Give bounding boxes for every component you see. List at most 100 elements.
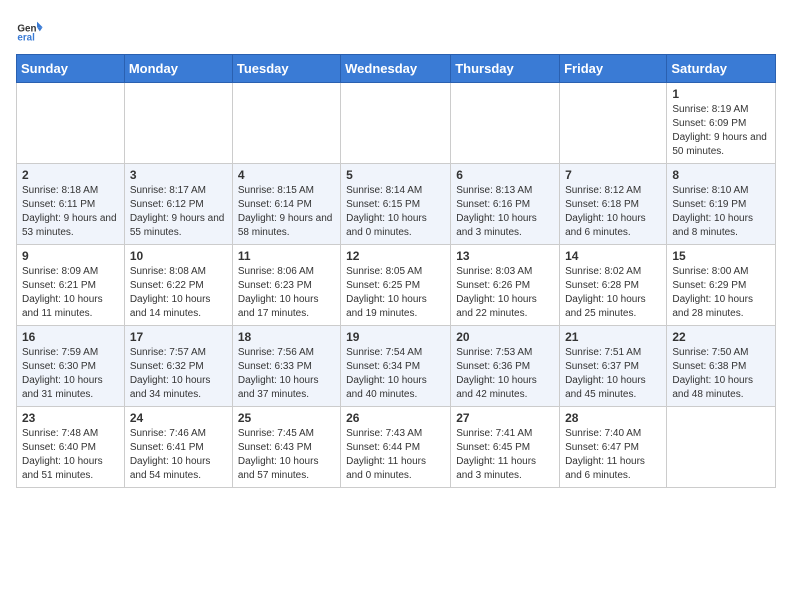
day-number: 22	[672, 330, 770, 344]
day-number: 10	[130, 249, 227, 263]
day-number: 25	[238, 411, 335, 425]
dow-header-tuesday: Tuesday	[232, 55, 340, 83]
day-info: Sunrise: 8:06 AM Sunset: 6:23 PM Dayligh…	[238, 265, 335, 321]
day-of-week-row: SundayMondayTuesdayWednesdayThursdayFrid…	[17, 55, 776, 83]
dow-header-thursday: Thursday	[451, 55, 560, 83]
svg-text:eral: eral	[17, 33, 35, 44]
day-info: Sunrise: 8:10 AM Sunset: 6:19 PM Dayligh…	[672, 184, 770, 240]
day-number: 9	[22, 249, 119, 263]
day-number: 24	[130, 411, 227, 425]
day-info: Sunrise: 7:43 AM Sunset: 6:44 PM Dayligh…	[346, 427, 445, 483]
calendar-cell: 6 Sunrise: 8:13 AM Sunset: 6:16 PM Daylig…	[451, 164, 560, 245]
week-row-3: 16 Sunrise: 7:59 AM Sunset: 6:30 PM Dayli…	[17, 326, 776, 407]
day-number: 15	[672, 249, 770, 263]
day-number: 6	[456, 168, 554, 182]
day-number: 23	[22, 411, 119, 425]
day-info: Sunrise: 7:57 AM Sunset: 6:32 PM Dayligh…	[130, 346, 227, 402]
day-info: Sunrise: 7:46 AM Sunset: 6:41 PM Dayligh…	[130, 427, 227, 483]
calendar-cell: 9 Sunrise: 8:09 AM Sunset: 6:21 PM Daylig…	[17, 245, 125, 326]
day-number: 19	[346, 330, 445, 344]
day-number: 2	[22, 168, 119, 182]
calendar-cell: 8 Sunrise: 8:10 AM Sunset: 6:19 PM Daylig…	[667, 164, 776, 245]
day-info: Sunrise: 8:14 AM Sunset: 6:15 PM Dayligh…	[346, 184, 445, 240]
calendar-cell: 16 Sunrise: 7:59 AM Sunset: 6:30 PM Dayli…	[17, 326, 125, 407]
day-info: Sunrise: 8:15 AM Sunset: 6:14 PM Dayligh…	[238, 184, 335, 240]
day-info: Sunrise: 7:41 AM Sunset: 6:45 PM Dayligh…	[456, 427, 554, 483]
day-number: 7	[565, 168, 661, 182]
day-info: Sunrise: 7:53 AM Sunset: 6:36 PM Dayligh…	[456, 346, 554, 402]
day-info: Sunrise: 7:54 AM Sunset: 6:34 PM Dayligh…	[346, 346, 445, 402]
dow-header-saturday: Saturday	[667, 55, 776, 83]
calendar-cell: 23Sunrise: 7:48 AM Sunset: 6:40 PM Dayli…	[17, 407, 125, 488]
day-info: Sunrise: 8:19 AM Sunset: 6:09 PM Dayligh…	[672, 103, 770, 159]
calendar-cell: 13 Sunrise: 8:03 AM Sunset: 6:26 PM Dayli…	[451, 245, 560, 326]
calendar-cell: 2 Sunrise: 8:18 AM Sunset: 6:11 PM Daylig…	[17, 164, 125, 245]
calendar-cell: 4Sunrise: 8:15 AM Sunset: 6:14 PM Daylig…	[232, 164, 340, 245]
day-info: Sunrise: 7:50 AM Sunset: 6:38 PM Dayligh…	[672, 346, 770, 402]
day-info: Sunrise: 8:02 AM Sunset: 6:28 PM Dayligh…	[565, 265, 661, 321]
calendar-cell	[451, 83, 560, 164]
day-number: 11	[238, 249, 335, 263]
day-info: Sunrise: 7:56 AM Sunset: 6:33 PM Dayligh…	[238, 346, 335, 402]
calendar-table: SundayMondayTuesdayWednesdayThursdayFrid…	[16, 54, 776, 488]
day-info: Sunrise: 7:40 AM Sunset: 6:47 PM Dayligh…	[565, 427, 661, 483]
day-info: Sunrise: 7:51 AM Sunset: 6:37 PM Dayligh…	[565, 346, 661, 402]
day-number: 28	[565, 411, 661, 425]
day-number: 16	[22, 330, 119, 344]
day-number: 20	[456, 330, 554, 344]
dow-header-sunday: Sunday	[17, 55, 125, 83]
calendar-cell: 7Sunrise: 8:12 AM Sunset: 6:18 PM Daylig…	[560, 164, 667, 245]
dow-header-wednesday: Wednesday	[341, 55, 451, 83]
day-info: Sunrise: 8:13 AM Sunset: 6:16 PM Dayligh…	[456, 184, 554, 240]
day-info: Sunrise: 8:00 AM Sunset: 6:29 PM Dayligh…	[672, 265, 770, 321]
page-header: Gen eral	[16, 16, 776, 44]
day-number: 27	[456, 411, 554, 425]
calendar-cell	[667, 407, 776, 488]
day-number: 26	[346, 411, 445, 425]
logo-icon: Gen eral	[16, 16, 44, 44]
day-number: 1	[672, 87, 770, 101]
calendar-cell: 21 Sunrise: 7:51 AM Sunset: 6:37 PM Dayli…	[560, 326, 667, 407]
day-info: Sunrise: 8:18 AM Sunset: 6:11 PM Dayligh…	[22, 184, 119, 240]
day-number: 13	[456, 249, 554, 263]
day-info: Sunrise: 8:17 AM Sunset: 6:12 PM Dayligh…	[130, 184, 227, 240]
calendar-cell: 26 Sunrise: 7:43 AM Sunset: 6:44 PM Dayli…	[341, 407, 451, 488]
calendar-cell: 22 Sunrise: 7:50 AM Sunset: 6:38 PM Dayli…	[667, 326, 776, 407]
day-number: 5	[346, 168, 445, 182]
calendar-cell: 3 Sunrise: 8:17 AM Sunset: 6:12 PM Daylig…	[124, 164, 232, 245]
calendar-body: 1 Sunrise: 8:19 AM Sunset: 6:09 PM Daylig…	[17, 83, 776, 488]
day-info: Sunrise: 8:08 AM Sunset: 6:22 PM Dayligh…	[130, 265, 227, 321]
week-row-0: 1 Sunrise: 8:19 AM Sunset: 6:09 PM Daylig…	[17, 83, 776, 164]
calendar-cell: 18 Sunrise: 7:56 AM Sunset: 6:33 PM Dayli…	[232, 326, 340, 407]
calendar-cell: 24 Sunrise: 7:46 AM Sunset: 6:41 PM Dayli…	[124, 407, 232, 488]
calendar-cell: 11 Sunrise: 8:06 AM Sunset: 6:23 PM Dayli…	[232, 245, 340, 326]
calendar-cell: 17Sunrise: 7:57 AM Sunset: 6:32 PM Dayli…	[124, 326, 232, 407]
calendar-cell: 10 Sunrise: 8:08 AM Sunset: 6:22 PM Dayli…	[124, 245, 232, 326]
week-row-4: 23Sunrise: 7:48 AM Sunset: 6:40 PM Dayli…	[17, 407, 776, 488]
day-number: 14	[565, 249, 661, 263]
calendar-cell	[17, 83, 125, 164]
day-number: 21	[565, 330, 661, 344]
calendar-cell	[560, 83, 667, 164]
calendar-cell: 15 Sunrise: 8:00 AM Sunset: 6:29 PM Dayli…	[667, 245, 776, 326]
dow-header-friday: Friday	[560, 55, 667, 83]
calendar-cell: 20 Sunrise: 7:53 AM Sunset: 6:36 PM Dayli…	[451, 326, 560, 407]
calendar-cell: 28 Sunrise: 7:40 AM Sunset: 6:47 PM Dayli…	[560, 407, 667, 488]
calendar-cell	[341, 83, 451, 164]
dow-header-monday: Monday	[124, 55, 232, 83]
day-info: Sunrise: 8:05 AM Sunset: 6:25 PM Dayligh…	[346, 265, 445, 321]
day-info: Sunrise: 7:59 AM Sunset: 6:30 PM Dayligh…	[22, 346, 119, 402]
calendar-cell: 5 Sunrise: 8:14 AM Sunset: 6:15 PM Daylig…	[341, 164, 451, 245]
day-number: 18	[238, 330, 335, 344]
calendar-cell: 14 Sunrise: 8:02 AM Sunset: 6:28 PM Dayli…	[560, 245, 667, 326]
calendar-cell: 27 Sunrise: 7:41 AM Sunset: 6:45 PM Dayli…	[451, 407, 560, 488]
calendar-cell	[124, 83, 232, 164]
week-row-2: 9 Sunrise: 8:09 AM Sunset: 6:21 PM Daylig…	[17, 245, 776, 326]
logo: Gen eral	[16, 16, 48, 44]
day-number: 8	[672, 168, 770, 182]
day-number: 3	[130, 168, 227, 182]
calendar-cell	[232, 83, 340, 164]
day-number: 12	[346, 249, 445, 263]
day-info: Sunrise: 8:09 AM Sunset: 6:21 PM Dayligh…	[22, 265, 119, 321]
day-info: Sunrise: 8:03 AM Sunset: 6:26 PM Dayligh…	[456, 265, 554, 321]
